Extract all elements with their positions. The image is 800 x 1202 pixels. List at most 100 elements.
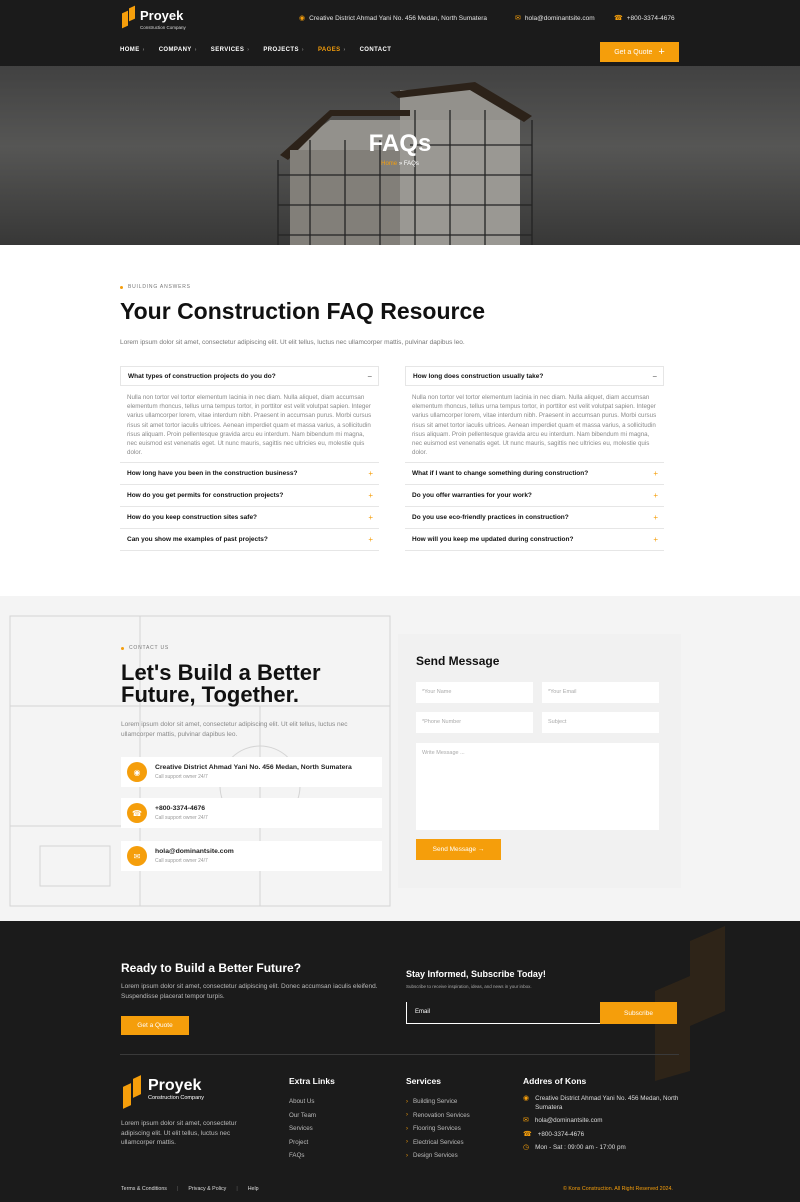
footer-link[interactable]: FAQs	[289, 1149, 316, 1163]
footer-address: ◉ Creative District Ahmad Yani No. 456 Me…	[523, 1095, 679, 1111]
nav-services[interactable]: SERVICES ›	[211, 47, 250, 53]
footer-service-link[interactable]: › Design Services	[406, 1149, 470, 1163]
get-quote-button[interactable]: Get a Quote +	[600, 42, 679, 62]
footer-phone[interactable]: ☎ +800-3374-4676	[523, 1131, 683, 1140]
subscribe-email-input[interactable]: Email	[406, 1002, 601, 1024]
nav-contact[interactable]: CONTACT	[360, 47, 392, 53]
minus-icon: −	[652, 371, 657, 381]
contact-card-sub: Call support owner 24/7	[155, 815, 208, 821]
logo[interactable]: Proyek Construction Company	[122, 7, 186, 31]
faq-question[interactable]: How long have you been in the constructi…	[120, 463, 379, 485]
nav-projects[interactable]: PROJECTS ›	[263, 47, 304, 53]
extra-links-list: About Us Our Team Services Project FAQs	[289, 1095, 316, 1163]
contact-card-sub: Call support owner 24/7	[155, 774, 208, 780]
faq-eyebrow-wrap: BUILDING ANSWERS	[120, 284, 680, 290]
plus-icon: +	[653, 513, 658, 522]
logo-name: Proyek	[140, 8, 184, 23]
faq-answer: Nulla non tortor vel tortor elementum la…	[120, 386, 379, 463]
faq-intro-wrap: Lorem ipsum dolor sit amet, consectetur …	[120, 339, 680, 346]
top-address-text: Creative District Ahmad Yani No. 456 Med…	[309, 14, 487, 22]
mail-icon: ✉	[523, 1117, 529, 1124]
page-title: FAQs	[368, 130, 432, 157]
chevron-right-icon: ›	[406, 1112, 408, 1119]
faq-question[interactable]: Do you use eco-friendly practices in con…	[405, 507, 664, 529]
faq-question[interactable]: How do you get permits for construction …	[120, 485, 379, 507]
subject-field[interactable]: Subject	[542, 712, 659, 733]
footer-service-link[interactable]: › Building Service	[406, 1095, 470, 1109]
footer-logo-tagline: Construction Company	[148, 1095, 204, 1101]
plus-icon: +	[653, 469, 658, 478]
footer-cta-text: Lorem ipsum dolor sit amet, consectetur …	[121, 983, 378, 1000]
contact-card-main: Creative District Ahmad Yani No. 456 Med…	[155, 764, 352, 771]
footer-divider	[120, 1054, 679, 1055]
plus-icon: +	[658, 46, 665, 58]
services-list: › Building Service › Renovation Services ›…	[406, 1095, 470, 1163]
contact-section: CONTACT US Let's Build a Better Future, …	[0, 596, 800, 921]
logo-icon	[123, 1075, 143, 1109]
top-email[interactable]: ✉ hola@dominantsite.com	[515, 14, 595, 23]
subscribe-button[interactable]: Subscribe	[600, 1002, 677, 1024]
faq-question[interactable]: How will you keep me updated during cons…	[405, 529, 664, 551]
footer-about-text: Lorem ipsum dolor sit amet, consectetur …	[121, 1120, 237, 1146]
footer-service-link[interactable]: › Flooring Services	[406, 1122, 470, 1136]
faq-question[interactable]: What if I want to change something durin…	[405, 463, 664, 485]
phone-icon: ☎	[523, 1130, 532, 1138]
main-nav: HOME › COMPANY › SERVICES › PROJECTS › PAGES…	[120, 47, 405, 53]
top-phone-text: +800-3374-4676	[626, 14, 675, 22]
faq-eyebrow: BUILDING ANSWERS	[120, 284, 680, 290]
decorative-logo-shape	[655, 926, 725, 1081]
terms-link[interactable]: Terms & Conditions	[121, 1186, 167, 1192]
faq-question[interactable]: How long does construction usually take?…	[405, 366, 664, 386]
faq-title-wrap: Your Construction FAQ Resource	[120, 298, 680, 325]
footer-email[interactable]: ✉ hola@dominantsite.com	[523, 1117, 683, 1126]
message-field[interactable]: Write Message ...	[416, 743, 659, 830]
footer-link[interactable]: Project	[289, 1136, 316, 1150]
faq-question[interactable]: Do you offer warranties for your work? +	[405, 485, 664, 507]
send-message-button[interactable]: Send Message →	[416, 839, 501, 860]
footer-service-link[interactable]: › Electrical Services	[406, 1136, 470, 1150]
chevron-right-icon: ›	[406, 1139, 408, 1146]
logo-tagline: Construction Company	[140, 25, 186, 30]
privacy-link[interactable]: Privacy & Policy	[188, 1186, 226, 1192]
contact-card-sub: Call support owner 24/7	[155, 858, 208, 864]
footer-link[interactable]: Services	[289, 1122, 316, 1136]
breadcrumb-sep: »	[397, 161, 404, 167]
faq-question[interactable]: What types of construction projects do y…	[120, 366, 379, 386]
location-pin-icon: ◉	[299, 15, 306, 22]
chevron-down-icon: ›	[343, 47, 346, 53]
footer-service-link[interactable]: › Renovation Services	[406, 1109, 470, 1123]
name-field[interactable]: *Your Name	[416, 682, 533, 703]
footer-link[interactable]: About Us	[289, 1095, 316, 1109]
chevron-down-icon: ›	[301, 47, 304, 53]
footer-link[interactable]: Our Team	[289, 1109, 316, 1123]
help-link[interactable]: Help	[248, 1186, 259, 1192]
footer-get-quote-button[interactable]: Get a Quote	[121, 1016, 189, 1035]
faq-question[interactable]: Can you show me examples of past project…	[120, 529, 379, 551]
nav-pages[interactable]: PAGES ›	[318, 47, 346, 53]
breadcrumb-home[interactable]: Home	[381, 161, 397, 167]
separator: |	[176, 1186, 179, 1192]
phone-field[interactable]: *Phone Number	[416, 712, 533, 733]
clock-icon: ◷	[523, 1144, 530, 1151]
logo-icon	[122, 7, 136, 27]
location-pin-icon: ◉	[523, 1095, 530, 1102]
contact-card-email[interactable]: ✉ hola@dominantsite.com Call support owne…	[121, 841, 382, 871]
contact-card-phone[interactable]: ☎ +800-3374-4676 Call support owner 24/7	[121, 798, 382, 828]
faq-question[interactable]: How do you keep construction sites safe?…	[120, 507, 379, 529]
site-footer: Ready to Build a Better Future? Lorem ip…	[0, 921, 800, 1202]
top-phone[interactable]: ☎ +800-3374-4676	[614, 14, 675, 23]
faq-title: Your Construction FAQ Resource	[120, 298, 486, 324]
nav-home[interactable]: HOME ›	[120, 47, 145, 53]
minus-icon: −	[367, 371, 372, 381]
breadcrumb-current: FAQs	[403, 161, 419, 167]
email-field[interactable]: *Your Email	[542, 682, 659, 703]
footer-logo[interactable]: Proyek Construction Company	[123, 1075, 204, 1109]
site-header: Proyek Construction Company ◉ Creative D…	[0, 0, 800, 66]
nav-company[interactable]: COMPANY ›	[159, 47, 197, 53]
phone-icon: ☎	[127, 803, 147, 823]
footer-logo-name: Proyek	[148, 1077, 202, 1094]
chevron-down-icon: ›	[247, 47, 250, 53]
breadcrumb: Home » FAQs	[0, 161, 800, 167]
plus-icon: +	[368, 535, 373, 544]
chevron-down-icon: ›	[194, 47, 197, 53]
